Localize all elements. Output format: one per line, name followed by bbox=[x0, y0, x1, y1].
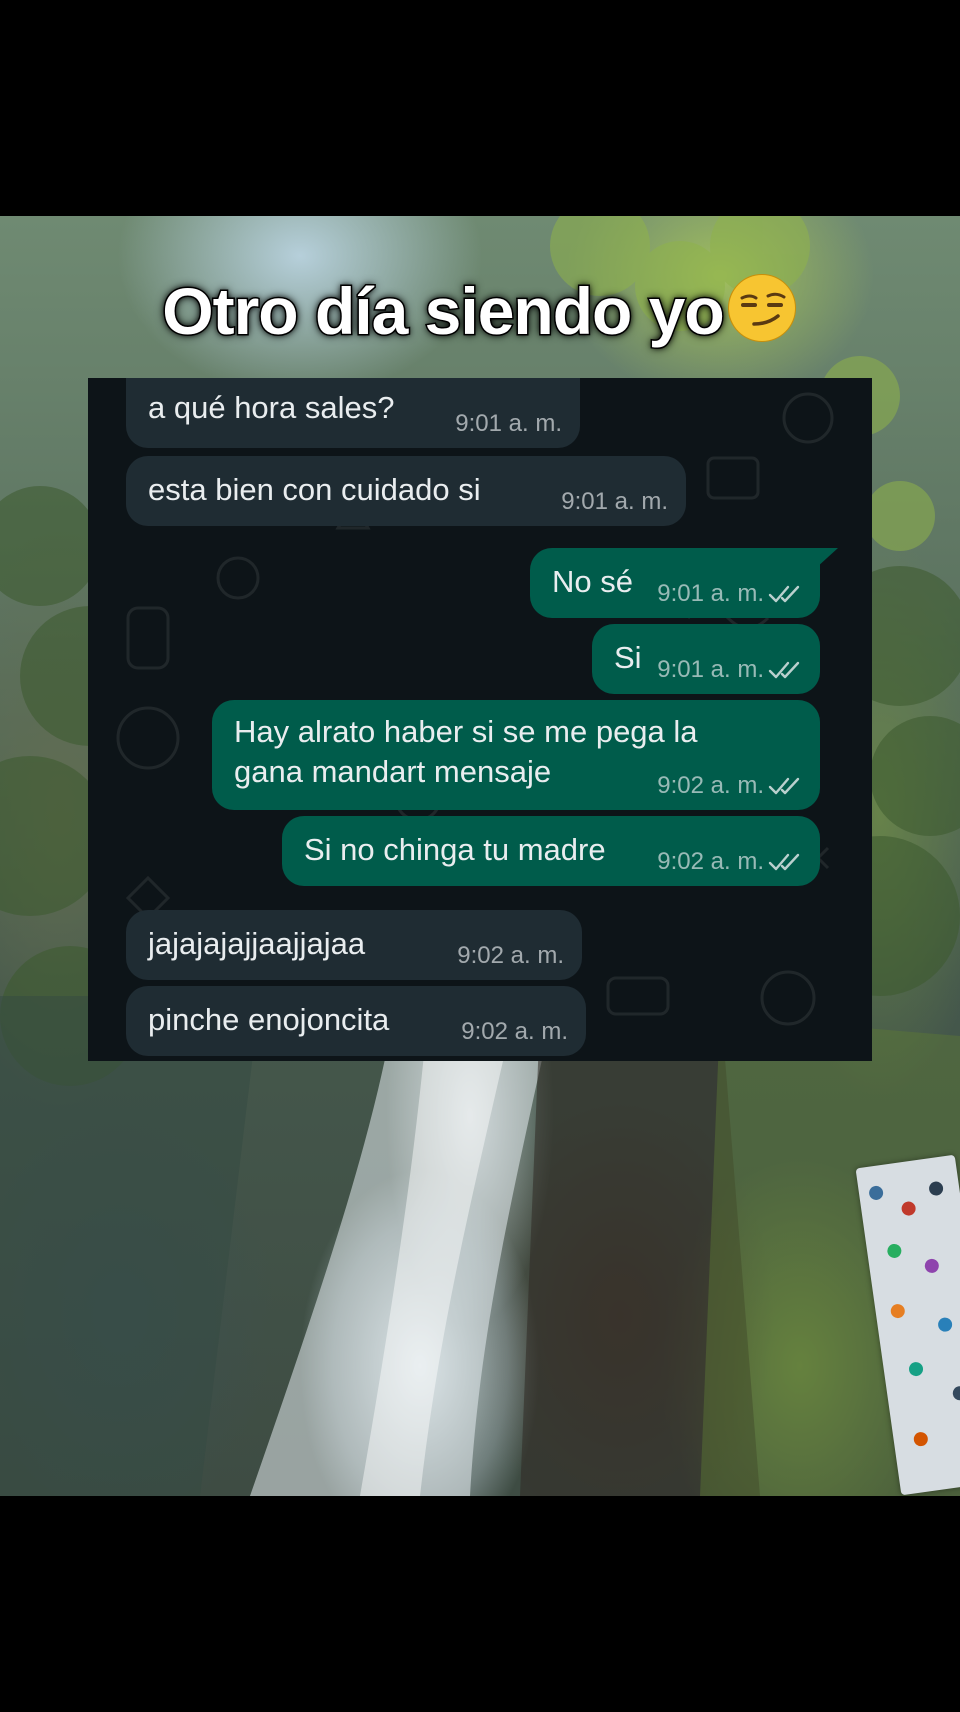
message-text: pinche enojoncita bbox=[148, 1002, 390, 1037]
double-check-icon bbox=[768, 585, 800, 603]
message-time: 9:01 a. m. bbox=[455, 410, 562, 437]
video-caption: Otro día siendo yo bbox=[0, 272, 960, 350]
message-time: 9:01 a. m. bbox=[561, 488, 668, 515]
message-text-line-2: gana mandart mensaje bbox=[234, 754, 552, 789]
message-text: Si no chinga tu madre bbox=[304, 832, 606, 867]
message-outgoing[interactable]: Hay alrato haber si se me pega la gana m… bbox=[212, 700, 820, 810]
message-text: esta bien con cuidado si bbox=[148, 472, 481, 507]
double-check-icon bbox=[768, 777, 800, 795]
message-time: 9:01 a. m. bbox=[657, 656, 764, 683]
bottom-letterbox bbox=[0, 1496, 960, 1712]
top-letterbox bbox=[0, 0, 960, 216]
message-incoming[interactable]: a qué hora sales? 9:01 a. m. bbox=[126, 378, 580, 448]
smirking-face-icon bbox=[727, 274, 796, 342]
message-time: 9:02 a. m. bbox=[657, 772, 764, 799]
message-time: 9:02 a. m. bbox=[461, 1018, 568, 1045]
message-incoming[interactable]: pinche enojoncita 9:02 a. m. bbox=[126, 986, 586, 1056]
message-text: a qué hora sales? bbox=[148, 390, 395, 425]
caption-text: Otro día siendo yo bbox=[161, 273, 726, 350]
double-check-icon bbox=[768, 661, 800, 679]
message-text: No sé bbox=[552, 564, 633, 599]
bubble-tail-icon bbox=[816, 548, 838, 568]
message-text: Si bbox=[614, 640, 642, 675]
message-time: 9:01 a. m. bbox=[657, 580, 764, 607]
message-time: 9:02 a. m. bbox=[657, 848, 764, 875]
message-incoming[interactable]: esta bien con cuidado si 9:01 a. m. bbox=[126, 456, 686, 526]
message-text: jajajajajjaajjajaa bbox=[148, 926, 366, 961]
message-outgoing[interactable]: Si no chinga tu madre 9:02 a. m. bbox=[282, 816, 820, 886]
message-outgoing[interactable]: Si 9:01 a. m. bbox=[592, 624, 820, 694]
message-text-line-1: Hay alrato haber si se me pega la bbox=[234, 714, 698, 749]
message-incoming[interactable]: jajajajajjaajjajaa 9:02 a. m. bbox=[126, 910, 582, 980]
double-check-icon bbox=[768, 853, 800, 871]
message-outgoing[interactable]: No sé 9:01 a. m. bbox=[530, 548, 820, 618]
chat-screenshot: a qué hora sales? 9:01 a. m. esta bien c… bbox=[88, 378, 872, 1061]
message-time: 9:02 a. m. bbox=[457, 942, 564, 969]
